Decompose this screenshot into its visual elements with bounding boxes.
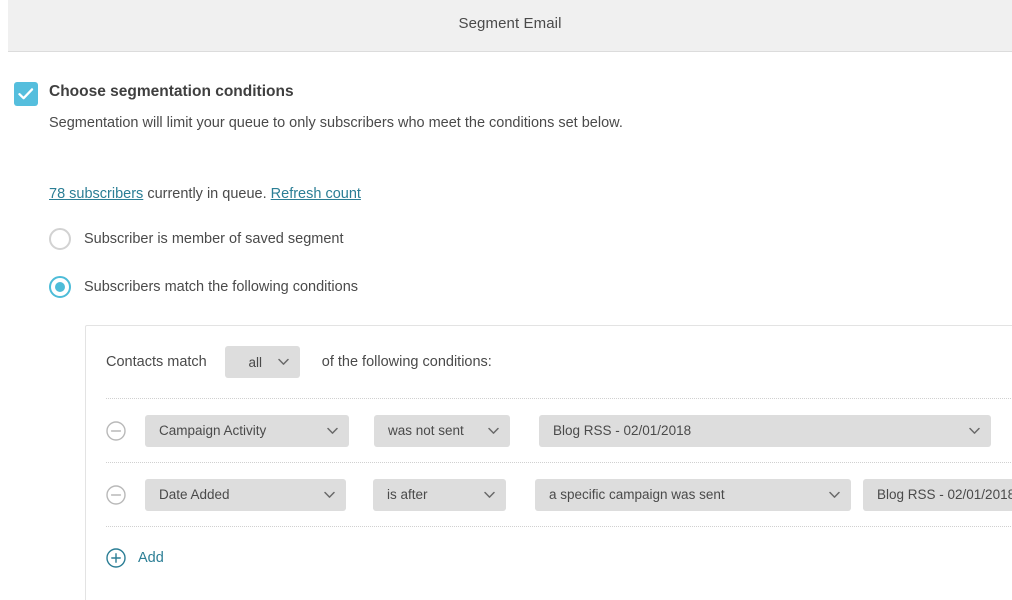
plus-circle-icon (106, 548, 126, 568)
radio-saved-segment-control[interactable] (49, 228, 71, 250)
chevron-down-icon (327, 427, 338, 434)
segmentation-description: Segmentation will limit your queue to on… (49, 115, 623, 131)
refresh-count-link[interactable]: Refresh count (271, 186, 361, 202)
match-type-select[interactable]: all (224, 346, 300, 378)
condition-value-select[interactable]: a specific campaign was sent (535, 478, 851, 511)
condition-operator-value: was not sent (388, 423, 464, 438)
chevron-down-icon (484, 491, 495, 498)
chevron-down-icon (829, 491, 840, 498)
modal-header: Segment Email (8, 0, 1012, 52)
match-type-value: all (248, 354, 262, 370)
subscriber-count-line: 78 subscribers currently in queue. Refre… (49, 186, 361, 202)
condition-value-text: Blog RSS - 02/01/2018 (553, 423, 692, 438)
condition-field-select[interactable]: Campaign Activity (145, 414, 349, 447)
condition-row: Date Added is after a specific campaign … (86, 463, 1012, 526)
condition-secondary-value-select[interactable]: Blog RSS - 02/01/2018 (863, 478, 1012, 511)
minus-circle-icon (106, 484, 126, 505)
chevron-down-icon (969, 427, 980, 434)
following-conditions-label: of the following conditions: (321, 354, 492, 370)
condition-operator-value: is after (387, 487, 428, 502)
radio-saved-segment-label: Subscriber is member of saved segment (84, 231, 344, 247)
remove-condition-button[interactable] (106, 420, 126, 441)
condition-value-select[interactable]: Blog RSS - 02/01/2018 (539, 414, 991, 447)
radio-match-conditions[interactable]: Subscribers match the following conditio… (49, 275, 358, 299)
radio-match-conditions-label: Subscribers match the following conditio… (84, 279, 359, 295)
minus-circle-icon (106, 420, 126, 441)
add-condition-row[interactable]: Add (86, 527, 1012, 589)
chevron-down-icon (488, 427, 499, 434)
segmentation-checkbox[interactable] (14, 82, 38, 106)
conditions-panel: Contacts match all of the following cond… (85, 325, 1012, 600)
conditions-header: Contacts match all of the following cond… (86, 326, 1012, 398)
condition-field-value: Campaign Activity (159, 423, 267, 438)
radio-saved-segment[interactable]: Subscriber is member of saved segment (49, 227, 344, 251)
condition-field-value: Date Added (159, 487, 230, 502)
condition-secondary-value-text: Blog RSS - 02/01/2018 (877, 487, 1012, 502)
chevron-down-icon (324, 491, 335, 498)
contacts-match-label: Contacts match (106, 354, 207, 370)
segment-email-modal: Segment Email Choose segmentation condit… (0, 0, 1012, 600)
radio-match-conditions-control[interactable] (49, 276, 71, 298)
condition-operator-select[interactable]: was not sent (374, 414, 510, 447)
subscriber-count-link[interactable]: 78 subscribers (49, 186, 143, 202)
condition-field-select[interactable]: Date Added (145, 478, 346, 511)
subscriber-count-text: currently in queue. (143, 186, 271, 202)
condition-operator-select[interactable]: is after (373, 478, 506, 511)
condition-value-text: a specific campaign was sent (549, 487, 725, 502)
add-condition-button[interactable] (106, 548, 126, 568)
segmentation-title: Choose segmentation conditions (49, 83, 294, 100)
remove-condition-button[interactable] (106, 484, 126, 505)
page-title: Segment Email (458, 15, 562, 32)
chevron-down-icon (278, 358, 289, 366)
add-condition-label[interactable]: Add (138, 550, 164, 566)
condition-row: Campaign Activity was not sent Blog RSS … (86, 399, 1012, 462)
check-icon (18, 88, 34, 100)
segmentation-checkbox-row[interactable]: Choose segmentation conditions Segmentat… (14, 81, 674, 135)
modal-body: Choose segmentation conditions Segmentat… (0, 53, 1012, 600)
segmentation-block: Choose segmentation conditions Segmentat… (14, 81, 674, 135)
